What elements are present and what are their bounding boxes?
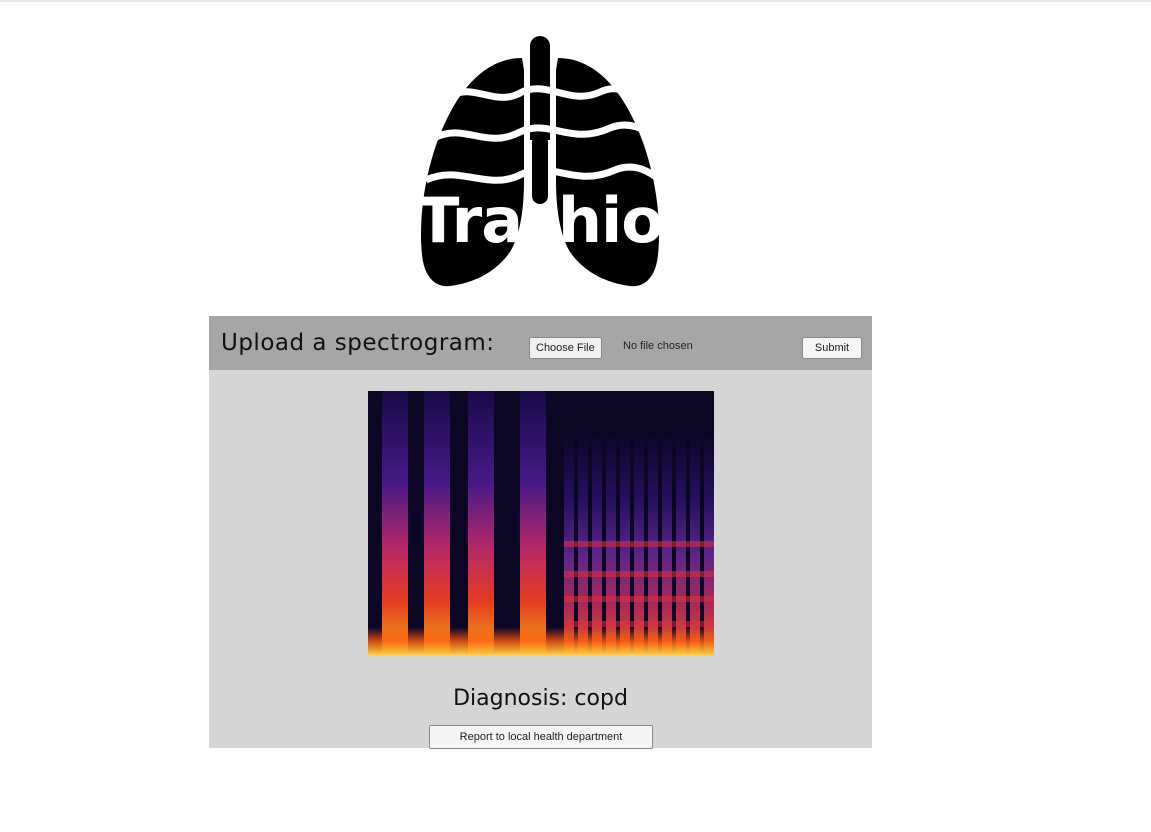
spectrogram-harmonic bbox=[564, 571, 714, 577]
lungs-logo-icon: Trachio bbox=[410, 30, 670, 290]
choose-file-button[interactable]: Choose File bbox=[529, 337, 602, 359]
spectrogram-harmonic bbox=[564, 621, 714, 627]
logo-wordmark: Trachio bbox=[417, 184, 664, 257]
diagnosis-text: Diagnosis: copd bbox=[453, 686, 628, 711]
submit-button[interactable]: Submit bbox=[802, 337, 862, 359]
spectrogram-band bbox=[520, 391, 546, 655]
spectrogram-band bbox=[468, 391, 494, 655]
upload-panel: Upload a spectrogram: Choose File No fil… bbox=[209, 316, 872, 749]
spectrogram-image bbox=[368, 391, 714, 655]
spectrogram-band bbox=[424, 391, 450, 655]
spectrogram-harmonic bbox=[564, 596, 714, 602]
top-divider bbox=[0, 0, 1151, 2]
file-status-text: No file chosen bbox=[623, 340, 693, 352]
spectrogram-band bbox=[382, 391, 408, 655]
upload-header: Upload a spectrogram: Choose File No fil… bbox=[209, 316, 872, 370]
spectrogram-harmonic bbox=[564, 541, 714, 547]
page: Trachio Upload a spectrogram: Choose Fil… bbox=[0, 0, 1151, 832]
report-health-department-button[interactable]: Report to local health department bbox=[429, 725, 653, 749]
upload-label: Upload a spectrogram: bbox=[221, 330, 495, 356]
